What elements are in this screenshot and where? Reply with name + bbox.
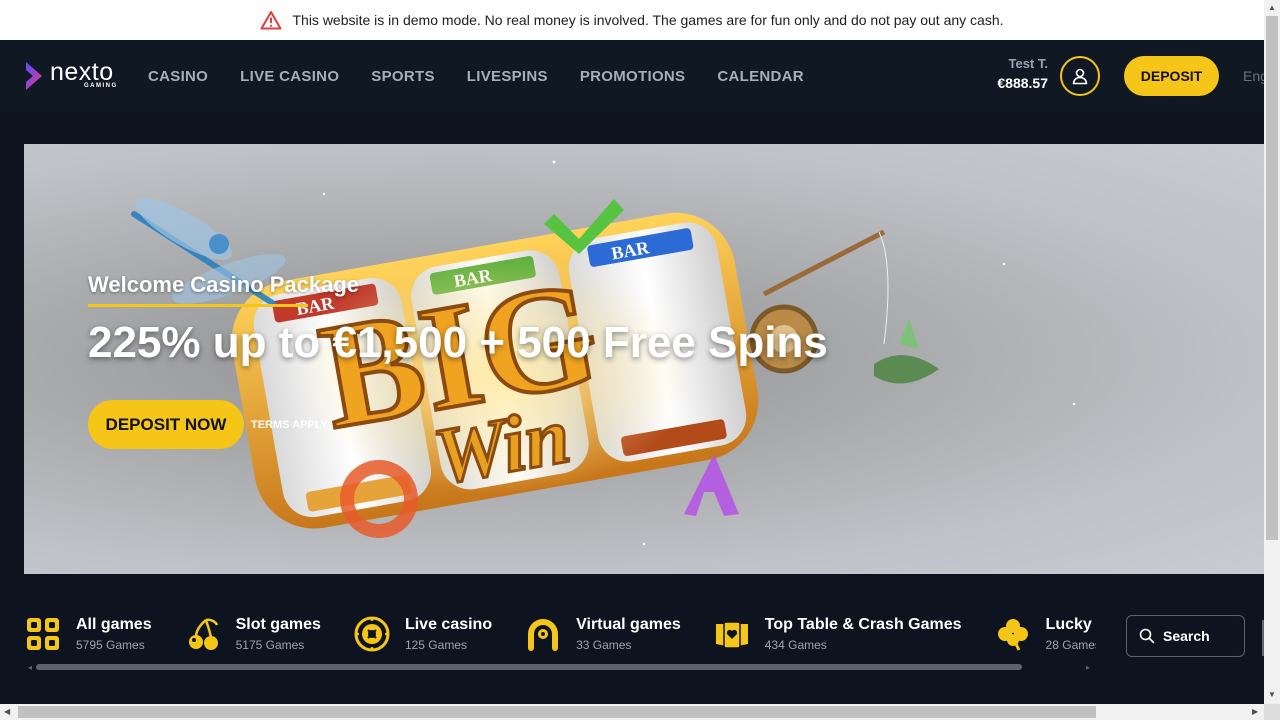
category-title: Live casino	[404, 616, 493, 633]
scroll-up-icon[interactable]: ▲	[1268, 3, 1276, 12]
category-title: Slot games	[235, 616, 321, 633]
demo-notice-text: This website is in demo mode. No real mo…	[292, 12, 1004, 28]
category-title: Lucky	[1045, 616, 1092, 633]
horizontal-scroll-thumb[interactable]	[18, 706, 1096, 718]
category-count: 5175 Games	[235, 638, 305, 652]
category-count: 434 Games	[764, 638, 827, 652]
category-title: All games	[76, 616, 152, 633]
category-virtual-games[interactable]: Virtual games 33 Games	[524, 615, 681, 653]
category-title: Top Table & Crash Games	[764, 616, 962, 633]
category-count: 28 Games	[1045, 638, 1096, 652]
user-icon	[1072, 68, 1088, 85]
vertical-scrollbar[interactable]: ▲ ▼	[1264, 0, 1280, 704]
demo-notice-bar: This website is in demo mode. No real mo…	[0, 0, 1264, 40]
category-live-casino[interactable]: Live casino 125 Games	[353, 615, 492, 653]
user-name: Test T.	[1008, 56, 1049, 71]
logo-wordmark: nexto	[50, 58, 114, 86]
nav-calendar[interactable]: CALENDAR	[717, 68, 804, 85]
search-label: Search	[1163, 628, 1210, 644]
scroll-left-icon[interactable]: ◂	[28, 663, 32, 672]
warning-icon	[260, 11, 282, 30]
top-navigation: nexto GAMING CASINO LIVE CASINO SPORTS L…	[0, 40, 1268, 112]
cards-icon	[715, 621, 748, 649]
vertical-scroll-thumb[interactable]	[1266, 16, 1278, 540]
category-lucky[interactable]: Lucky 28 Games	[994, 615, 1096, 653]
category-count: 5795 Games	[76, 638, 145, 652]
account-button[interactable]	[1060, 56, 1100, 96]
scroll-right-arrow-icon[interactable]: ▶	[1252, 707, 1258, 716]
nav-casino[interactable]: CASINO	[148, 68, 208, 85]
clover-icon	[997, 619, 1028, 651]
terms-apply-link[interactable]: TERMS APPLY	[251, 419, 328, 431]
category-title: Virtual games	[576, 616, 681, 633]
scrollbar-corner	[1264, 704, 1280, 720]
nav-live-casino[interactable]: LIVE CASINO	[240, 68, 339, 85]
category-all-games[interactable]: All games 5795 Games	[24, 615, 152, 653]
nav-promotions[interactable]: PROMOTIONS	[580, 68, 686, 85]
cherries-icon	[188, 618, 218, 650]
hero-underline	[88, 304, 308, 307]
scroll-right-icon[interactable]: ▸	[1086, 663, 1090, 672]
hero-subtitle: Welcome Casino Package	[88, 272, 360, 297]
hero-banner[interactable]: BAR BAR BAR BIG Win	[24, 144, 1264, 574]
scroll-down-icon[interactable]: ▼	[1268, 690, 1276, 699]
nav-livespins[interactable]: LIVESPINS	[467, 68, 548, 85]
category-top-table-crash[interactable]: Top Table & Crash Games 434 Games	[713, 615, 962, 653]
logo-chevron-icon	[26, 62, 42, 90]
nexto-logo[interactable]: nexto GAMING	[24, 58, 126, 94]
horizontal-scrollbar[interactable]: ◀ ▶	[0, 704, 1264, 720]
grid-icon	[27, 618, 59, 650]
category-count: 33 Games	[576, 638, 632, 652]
category-scroll-thumb[interactable]	[36, 664, 1022, 670]
main-nav: CASINO LIVE CASINO SPORTS LIVESPINS PROM…	[148, 40, 804, 112]
category-slot-games[interactable]: Slot games 5175 Games	[184, 615, 321, 653]
nav-sports[interactable]: SPORTS	[371, 68, 434, 85]
user-info: Test T. €888.57	[997, 56, 1048, 91]
logo-subtitle: GAMING	[84, 83, 118, 89]
roulette-icon	[354, 616, 390, 652]
user-balance: €888.57	[997, 75, 1048, 91]
search-icon	[1139, 628, 1155, 644]
game-search-button[interactable]: Search	[1126, 615, 1245, 657]
category-count: 125 Games	[404, 638, 467, 652]
deposit-now-button[interactable]: DEPOSIT NOW	[88, 400, 244, 449]
horseshoe-icon	[528, 619, 559, 651]
category-scrollbar[interactable]: ◂ ▸	[28, 663, 1092, 672]
game-categories: All games 5795 Games Slot games 5175 Gam…	[24, 604, 1096, 664]
scroll-left-arrow-icon[interactable]: ◀	[4, 707, 10, 716]
deposit-button[interactable]: DEPOSIT	[1124, 56, 1219, 96]
hero-title: 225% up to €1,500 + 500 Free Spins	[88, 318, 828, 367]
